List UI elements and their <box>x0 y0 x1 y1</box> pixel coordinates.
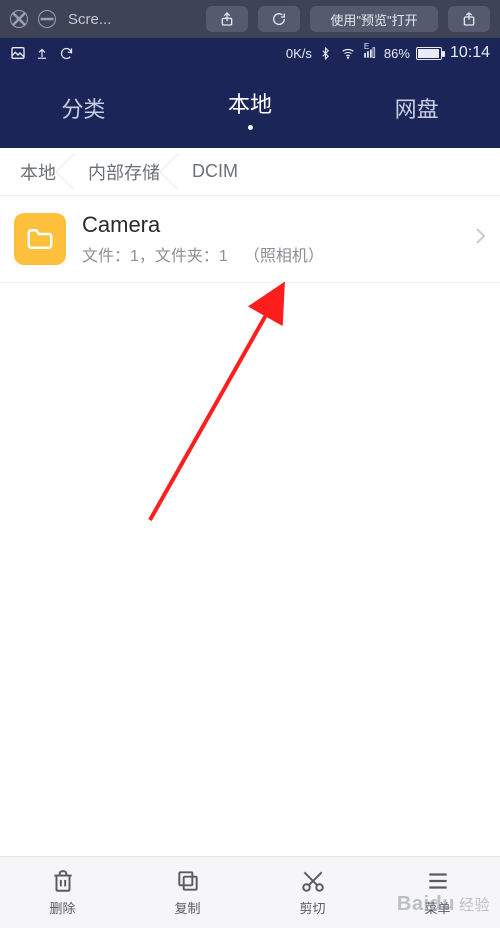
delete-button[interactable]: 删除 <box>0 868 125 917</box>
list-item-title: Camera <box>82 212 458 238</box>
trash-icon <box>50 868 76 894</box>
mac-preview-toolbar: Scre... 使用"预览"打开 <box>0 0 500 38</box>
copy-button[interactable]: 复制 <box>125 868 250 917</box>
menu-icon <box>425 868 451 894</box>
tab-cloud[interactable]: 网盘 <box>333 68 500 148</box>
tab-label: 本地 <box>228 87 272 119</box>
action-label: 剪切 <box>299 898 325 917</box>
watermark-suffix: 经验 <box>459 894 490 915</box>
export-button[interactable] <box>448 6 490 32</box>
battery-icon <box>416 47 442 60</box>
tabs-header: 分类 本地 网盘 <box>0 68 500 148</box>
stop-icon[interactable] <box>38 10 56 28</box>
bottom-action-bar: 删除 复制 剪切 菜单 <box>0 856 500 928</box>
bluetooth-icon <box>318 45 334 61</box>
signal-icon: E <box>362 45 378 61</box>
list-item[interactable]: Camera 文件：1，文件夹：1 （照相机） <box>0 196 500 283</box>
file-list: Camera 文件：1，文件夹：1 （照相机） <box>0 196 500 283</box>
crumb-label: DCIM <box>192 161 238 182</box>
scissors-icon <box>300 868 326 894</box>
breadcrumb: 本地 内部存储 DCIM <box>0 148 500 196</box>
android-status-bar: 0K/s E 86% 10:14 <box>0 38 500 68</box>
sync-icon <box>58 45 74 61</box>
battery-percent: 86% <box>384 46 410 61</box>
active-indicator-icon <box>248 125 253 130</box>
list-item-note: （照相机） <box>244 242 324 266</box>
tab-label: 网盘 <box>395 92 439 124</box>
image-icon <box>10 45 26 61</box>
list-item-text: Camera 文件：1，文件夹：1 （照相机） <box>82 212 458 266</box>
list-item-count: 文件：1，文件夹：1 <box>82 242 228 266</box>
window-title: Scre... <box>68 11 111 28</box>
upload-icon <box>34 45 50 61</box>
chevron-right-icon <box>474 227 486 251</box>
network-speed: 0K/s <box>286 46 312 61</box>
close-icon[interactable] <box>10 10 28 28</box>
action-label: 复制 <box>174 898 200 917</box>
crumb-local[interactable]: 本地 <box>6 148 74 195</box>
action-label: 删除 <box>49 898 75 917</box>
wifi-icon <box>340 45 356 61</box>
watermark: Baidu 经验 <box>397 893 490 916</box>
rotate-button[interactable] <box>258 6 300 32</box>
tab-label: 分类 <box>61 92 105 124</box>
open-with-preview-button[interactable]: 使用"预览"打开 <box>310 6 438 32</box>
crumb-dcim[interactable]: DCIM <box>178 148 256 195</box>
copy-icon <box>175 868 201 894</box>
crumb-label: 内部存储 <box>88 159 160 185</box>
cut-button[interactable]: 剪切 <box>250 868 375 917</box>
clock: 10:14 <box>450 44 490 62</box>
crumb-label: 本地 <box>20 159 56 185</box>
tab-local[interactable]: 本地 <box>167 68 334 148</box>
watermark-brand: Baidu <box>397 893 455 916</box>
open-with-label: 使用"预览"打开 <box>330 10 417 29</box>
tab-category[interactable]: 分类 <box>0 68 167 148</box>
folder-icon <box>14 213 66 265</box>
share-button[interactable] <box>206 6 248 32</box>
crumb-internal[interactable]: 内部存储 <box>74 148 178 195</box>
